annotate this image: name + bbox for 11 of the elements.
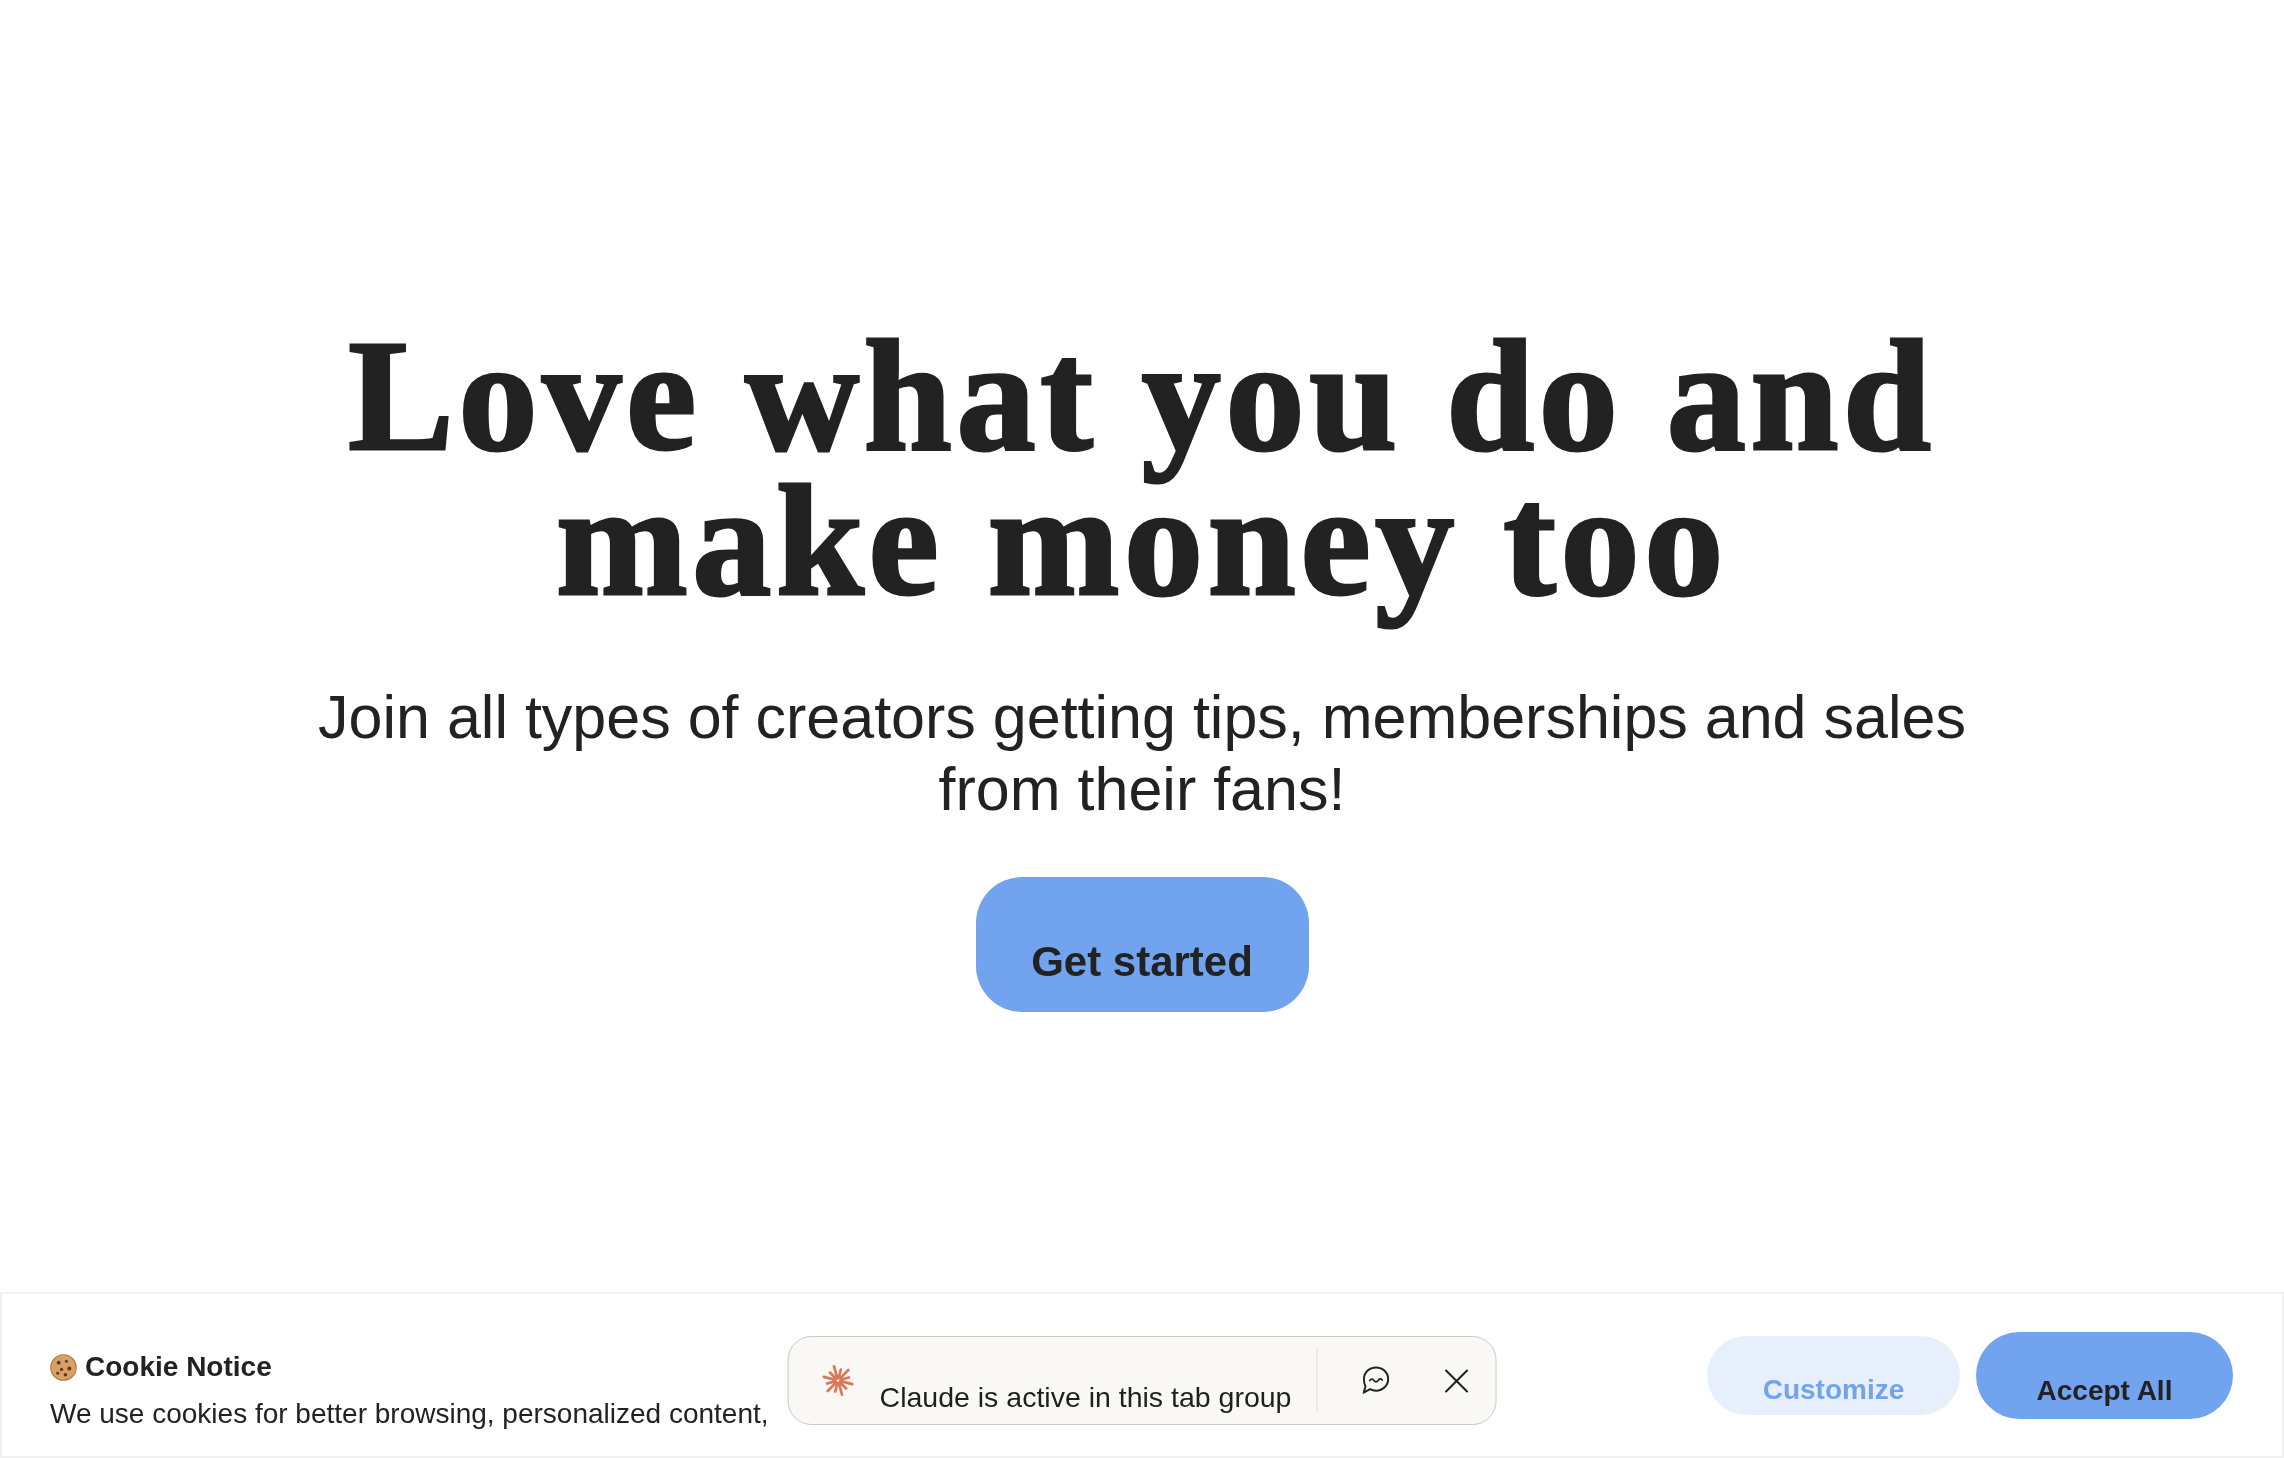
cookie-icon (50, 1353, 77, 1381)
close-icon[interactable] (1444, 1368, 1469, 1393)
headline: Love what you do and make money too (347, 307, 1937, 630)
chat-bubble-icon[interactable] (1360, 1365, 1392, 1396)
cta-button[interactable]: Get started (975, 877, 1309, 1012)
starburst-icon (821, 1364, 855, 1397)
banner-text: We use cookies for better browsing, personalized content, (50, 1397, 769, 1431)
banner-title: Cookie Notice (85, 1350, 272, 1384)
subtitle: Join all types of creators getting tips, memberships and sales from their fans! (317, 682, 1967, 825)
accept-button[interactable]: Accept All (1976, 1331, 2233, 1419)
notice-text: Claude is active in this tab group (879, 1383, 1292, 1411)
